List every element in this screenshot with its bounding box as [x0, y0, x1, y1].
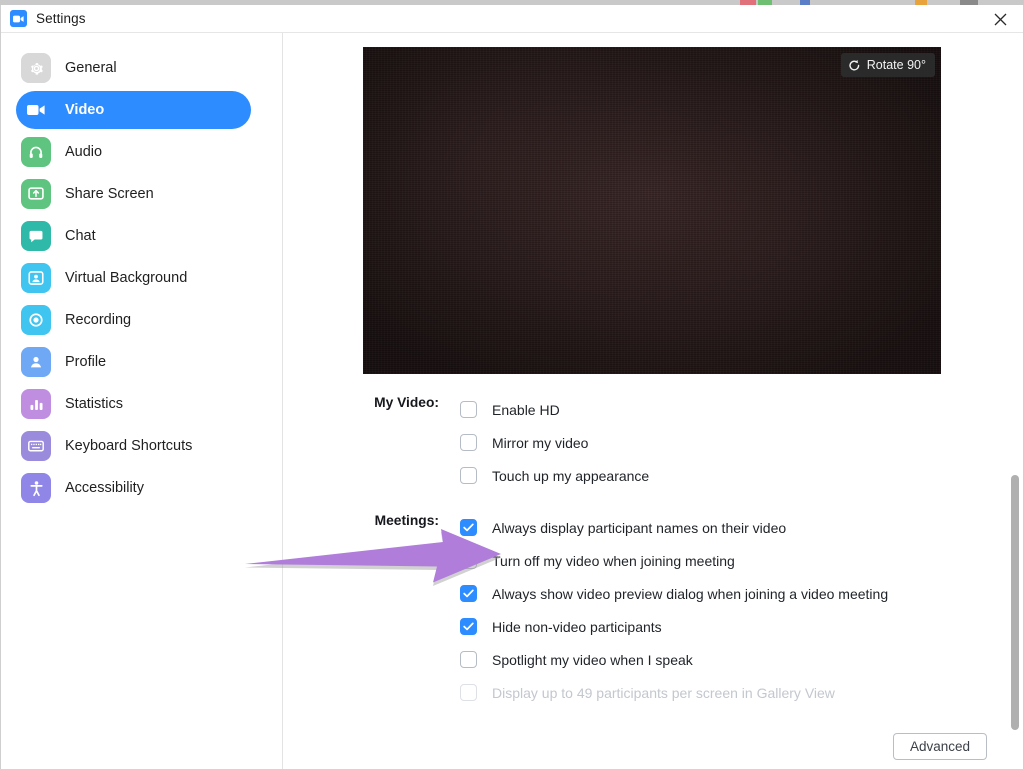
scrollbar-thumb[interactable] — [1011, 475, 1019, 730]
video-preview: Rotate 90° — [363, 47, 941, 374]
settings-group-my-video: My Video: Enable HD Mirror my video Touc… — [283, 393, 1023, 492]
checkbox-row-always-display-participant-names[interactable]: Always display participant names on thei… — [460, 511, 1023, 544]
accessibility-icon — [21, 473, 51, 503]
sidebar-item-label: Profile — [65, 354, 107, 370]
sidebar-item-label: Statistics — [65, 396, 124, 412]
settings-main-panel: Rotate 90° My Video: Enable HD Mirror my… — [283, 33, 1023, 769]
checkbox-turn-off-my-video-when-joining[interactable] — [460, 552, 477, 569]
sidebar-item-label: Recording — [65, 312, 132, 328]
camera-icon — [21, 95, 51, 125]
sidebar-item-accessibility[interactable]: Accessibility — [16, 469, 251, 507]
record-icon — [21, 305, 51, 335]
checkbox-label: Mirror my video — [492, 434, 589, 451]
gear-icon — [21, 53, 51, 83]
chat-icon — [21, 221, 51, 251]
sidebar-item-general[interactable]: General — [16, 49, 251, 87]
checkbox-row-always-show-video-preview-dialog[interactable]: Always show video preview dialog when jo… — [460, 577, 1023, 610]
checkbox-row-spotlight-my-video-when-i-speak[interactable]: Spotlight my video when I speak — [460, 643, 1023, 676]
sidebar-item-label: General — [65, 60, 117, 76]
bar-chart-icon — [21, 389, 51, 419]
sidebar-item-profile[interactable]: Profile — [16, 343, 251, 381]
main-scrollbar[interactable] — [1009, 33, 1021, 769]
person-icon — [21, 347, 51, 377]
sidebar-item-label: Video — [65, 102, 105, 118]
sidebar-item-virtual-background[interactable]: Virtual Background — [16, 259, 251, 297]
checkbox-row-display-up-to-49-participants: Display up to 49 participants per screen… — [460, 676, 1023, 709]
settings-window: Settings General Video Audio Share Scree… — [0, 5, 1024, 769]
sidebar-item-keyboard-shortcuts[interactable]: Keyboard Shortcuts — [16, 427, 251, 465]
sidebar-item-share-screen[interactable]: Share Screen — [16, 175, 251, 213]
checkbox-row-mirror-my-video[interactable]: Mirror my video — [460, 426, 1023, 459]
rotate-90-label: Rotate 90° — [866, 58, 926, 72]
checkbox-label: Display up to 49 participants per screen… — [492, 684, 835, 701]
settings-sidebar: General Video Audio Share Screen Chat Vi… — [1, 33, 283, 769]
rotate-ccw-icon — [848, 59, 861, 72]
window-title: Settings — [36, 11, 86, 26]
group-label-meetings: Meetings: — [374, 513, 439, 528]
checkbox-label: Spotlight my video when I speak — [492, 651, 693, 668]
checkbox-mirror-my-video[interactable] — [460, 434, 477, 451]
advanced-button[interactable]: Advanced — [893, 733, 987, 760]
rotate-90-button[interactable]: Rotate 90° — [840, 53, 935, 77]
checkbox-label: Always display participant names on thei… — [492, 519, 787, 536]
checkbox-row-hide-non-video-participants[interactable]: Hide non-video participants — [460, 610, 1023, 643]
sidebar-item-label: Chat — [65, 228, 96, 244]
checkbox-always-display-participant-names[interactable] — [460, 519, 477, 536]
person-card-icon — [21, 263, 51, 293]
checkbox-touch-up-my-appearance[interactable] — [460, 467, 477, 484]
settings-groups: My Video: Enable HD Mirror my video Touc… — [283, 393, 1023, 709]
window-body: General Video Audio Share Screen Chat Vi… — [1, 33, 1023, 769]
checkbox-display-up-to-49-participants — [460, 684, 477, 701]
keyboard-icon — [21, 431, 51, 461]
checkbox-enable-hd[interactable] — [460, 401, 477, 418]
video-vignette — [363, 47, 941, 374]
checkbox-row-turn-off-my-video-when-joining[interactable]: Turn off my video when joining meeting — [460, 544, 1023, 577]
checkbox-label: Enable HD — [492, 401, 560, 418]
title-bar: Settings — [1, 5, 1023, 33]
sidebar-item-statistics[interactable]: Statistics — [16, 385, 251, 423]
sidebar-item-recording[interactable]: Recording — [16, 301, 251, 339]
sidebar-item-label: Share Screen — [65, 186, 154, 202]
checkbox-row-enable-hd[interactable]: Enable HD — [460, 393, 1023, 426]
settings-window-root: Settings General Video Audio Share Scree… — [0, 0, 1024, 769]
checkbox-row-touch-up-my-appearance[interactable]: Touch up my appearance — [460, 459, 1023, 492]
settings-group-meetings: Meetings: Always display participant nam… — [283, 511, 1023, 709]
checkbox-label: Hide non-video participants — [492, 618, 662, 635]
zoom-video-icon — [10, 10, 27, 27]
checkbox-label: Touch up my appearance — [492, 467, 650, 484]
checkbox-always-show-video-preview-dialog[interactable] — [460, 585, 477, 602]
checkbox-label: Turn off my video when joining meeting — [492, 552, 735, 569]
sidebar-item-audio[interactable]: Audio — [16, 133, 251, 171]
sidebar-item-label: Audio — [65, 144, 103, 160]
close-icon[interactable] — [977, 5, 1023, 33]
checkbox-label: Always show video preview dialog when jo… — [492, 585, 889, 602]
checkbox-spotlight-my-video-when-i-speak[interactable] — [460, 651, 477, 668]
headset-icon — [21, 137, 51, 167]
group-label-my-video: My Video: — [374, 395, 439, 410]
sidebar-item-chat[interactable]: Chat — [16, 217, 251, 255]
sidebar-item-label: Virtual Background — [65, 270, 188, 286]
sidebar-item-label: Keyboard Shortcuts — [65, 438, 193, 454]
sidebar-item-label: Accessibility — [65, 480, 144, 496]
checkbox-hide-non-video-participants[interactable] — [460, 618, 477, 635]
sidebar-item-video[interactable]: Video — [16, 91, 251, 129]
upload-icon — [21, 179, 51, 209]
